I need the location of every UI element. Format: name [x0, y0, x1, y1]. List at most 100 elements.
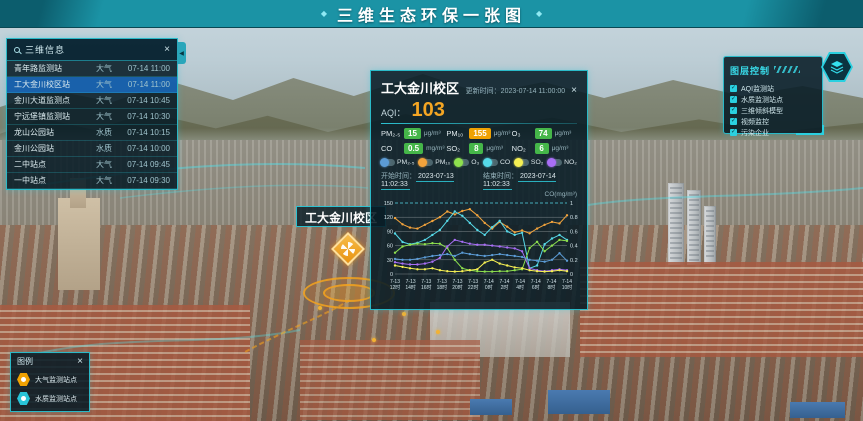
layer-item[interactable]: ✓污染企业	[730, 127, 816, 138]
station-time: 07-14 11:00	[118, 64, 170, 73]
search-result-row[interactable]: 二中站点大气07-14 09:45	[7, 157, 177, 173]
series-toggle[interactable]: PM₁₀	[419, 159, 450, 166]
search-result-row[interactable]: 一中站点大气07-14 09:30	[7, 173, 177, 189]
layer-item-label: 视频监控	[741, 117, 769, 127]
page-title: 三维生态环保一张图	[337, 2, 526, 26]
header-bar: ◆ 三维生态环保一张图 ◆	[0, 0, 863, 28]
layer-list: ✓ AQI监测站 ✓ 水质监测站点 ✓ 三维倾斜模型 ✓ 视频监控✓污染企业	[730, 83, 816, 138]
series-toggle-label: SO₂	[531, 159, 543, 166]
layer-item-label: 三维倾斜模型	[741, 106, 783, 116]
pollutant-value-badge: 74	[535, 128, 552, 139]
series-toggle[interactable]: PM₂.₅	[381, 159, 414, 166]
station-type: 大气	[96, 79, 118, 90]
search-panel-header: 三维信息 ×	[7, 39, 177, 61]
checkbox-icon[interactable]: ✓	[730, 107, 737, 114]
app-window: 工大金川校区 ◆ 三维生态环保一张图 ◆ 三维信息 × 青年路监测站大气07-1…	[0, 0, 863, 421]
panel-collapse-handle[interactable]: ◀	[177, 42, 186, 64]
svg-text:7-140时: 7-140时	[484, 279, 494, 291]
legend-title: 图例	[17, 356, 77, 367]
layer-panel-title: 图层控制	[730, 66, 770, 76]
icon-dot	[21, 396, 26, 401]
series-toggle[interactable]: SO₂	[515, 159, 543, 166]
layer-item-label: AQI监测站	[741, 84, 774, 94]
station-type: 大气	[96, 159, 118, 170]
station-type: 水质	[96, 143, 118, 154]
svg-text:7-146时: 7-146时	[531, 279, 541, 291]
svg-text:30: 30	[387, 258, 393, 264]
right-axis-title: CO(mg/m³)	[381, 191, 577, 198]
checkbox-icon[interactable]: ✓	[730, 85, 737, 92]
tower	[704, 206, 716, 264]
station-time: 07-14 11:00	[118, 80, 170, 89]
layer-item[interactable]: ✓ 水质监测站点	[730, 94, 816, 105]
search-panel-title: 三维信息	[25, 43, 159, 56]
marker-dot	[402, 312, 406, 316]
update-time-value: 2023-07-14 11:00:00	[501, 88, 565, 95]
pollutant-cell: CO0.5mg/m³	[381, 143, 446, 154]
station-name: 青年路监测站	[14, 63, 96, 74]
update-time-label: 更新时间：	[466, 88, 501, 95]
legend-item: 水质监测站点	[17, 392, 83, 405]
svg-text:7-144时: 7-144时	[515, 279, 525, 291]
icon-dot	[21, 377, 26, 382]
pollutant-trend-chart[interactable]: 030609012015000.20.40.60.817-1312时7-1314…	[381, 198, 579, 302]
svg-text:7-1318时: 7-1318时	[437, 279, 448, 291]
checkbox-icon[interactable]: ✓	[730, 96, 737, 103]
series-toggle-label: PM₂.₅	[397, 159, 414, 166]
pollutant-value-badge: 6	[535, 143, 549, 154]
station-time: 07-14 10:45	[118, 96, 170, 105]
divider	[381, 123, 577, 124]
end-time-label: 结束时间：	[483, 173, 518, 180]
layer-control-panel: 图层控制 ✓AQI监测站✓水质监测站点✓三维倾斜模型✓视频监控✓污染企业	[723, 56, 823, 134]
warehouse	[790, 402, 845, 418]
svg-text:1: 1	[570, 201, 573, 207]
search-result-row[interactable]: 金川大道监测点大气07-14 10:45	[7, 93, 177, 109]
checkbox-icon[interactable]: ✓	[730, 118, 737, 125]
station-name: 金川大道监测点	[14, 95, 96, 106]
series-toggle-label: NO₂	[564, 159, 577, 166]
close-icon[interactable]: ×	[77, 357, 83, 367]
series-toggle-label: O₃	[471, 159, 479, 166]
toggle-switch	[381, 159, 395, 166]
apartments	[300, 340, 480, 420]
search-result-row[interactable]: 青年路监测站大气07-14 11:00	[7, 61, 177, 77]
svg-text:7-142时: 7-142时	[499, 279, 509, 291]
layer-item-label: 水质监测站点	[741, 95, 783, 105]
series-toggle[interactable]: NO₂	[548, 159, 577, 166]
building	[58, 198, 100, 290]
pollutant-value-badge: 0.5	[404, 143, 423, 154]
pollutant-value-badge: 155	[469, 128, 490, 139]
svg-text:7-1314时: 7-1314时	[405, 279, 416, 291]
close-icon[interactable]: ×	[164, 45, 170, 55]
warehouse	[470, 399, 512, 415]
search-result-row[interactable]: 工大金川校区站大气07-14 11:00	[7, 77, 177, 93]
layer-item[interactable]: ✓ 视频监控	[730, 116, 816, 127]
layer-item[interactable]: ✓ AQI监测站	[730, 83, 816, 94]
station-time: 07-14 10:00	[118, 144, 170, 153]
pollutant-value-badge: 15	[404, 128, 421, 139]
water-station-icon	[17, 392, 30, 405]
search-icon	[14, 47, 20, 53]
map-legend-panel: 图例 × 大气监测站点水质监测站点	[10, 352, 90, 412]
header-ornament-left: ◆	[321, 9, 327, 18]
pollutant-grid: PM₂.₅15μg/m³PM₁₀155μg/m³O₃74μg/m³CO0.5mg…	[381, 128, 577, 154]
series-toggle[interactable]: CO	[484, 159, 510, 166]
pollutant-unit: μg/m³	[486, 145, 503, 152]
pollutant-unit: mg/m³	[426, 145, 444, 152]
legend-item-label: 水质监测站点	[35, 394, 77, 404]
search-result-row[interactable]: 宁远堡镇监测站大气07-14 10:30	[7, 109, 177, 125]
legend-items: 大气监测站点水质监测站点	[17, 373, 83, 405]
tower	[687, 190, 701, 265]
series-toggle[interactable]: O₃	[455, 159, 479, 166]
search-results-list: 青年路监测站大气07-14 11:00工大金川校区站大气07-14 11:00金…	[7, 61, 177, 189]
layer-item[interactable]: ✓ 三维倾斜模型	[730, 105, 816, 116]
search-result-row[interactable]: 金川公园站水质07-14 10:00	[7, 141, 177, 157]
series-toggle-row: PM₂.₅ PM₁₀ O₃ CO SO₂ NO₂	[381, 159, 577, 166]
search-result-row[interactable]: 龙山公园站水质07-14 10:15	[7, 125, 177, 141]
toggle-switch	[484, 159, 498, 166]
close-icon[interactable]: ×	[571, 86, 577, 96]
pollutant-unit: μg/m³	[552, 145, 569, 152]
checkbox-icon[interactable]: ✓	[730, 129, 737, 136]
station-name: 工大金川校区站	[14, 79, 96, 90]
svg-text:7-1320时: 7-1320时	[452, 279, 463, 291]
